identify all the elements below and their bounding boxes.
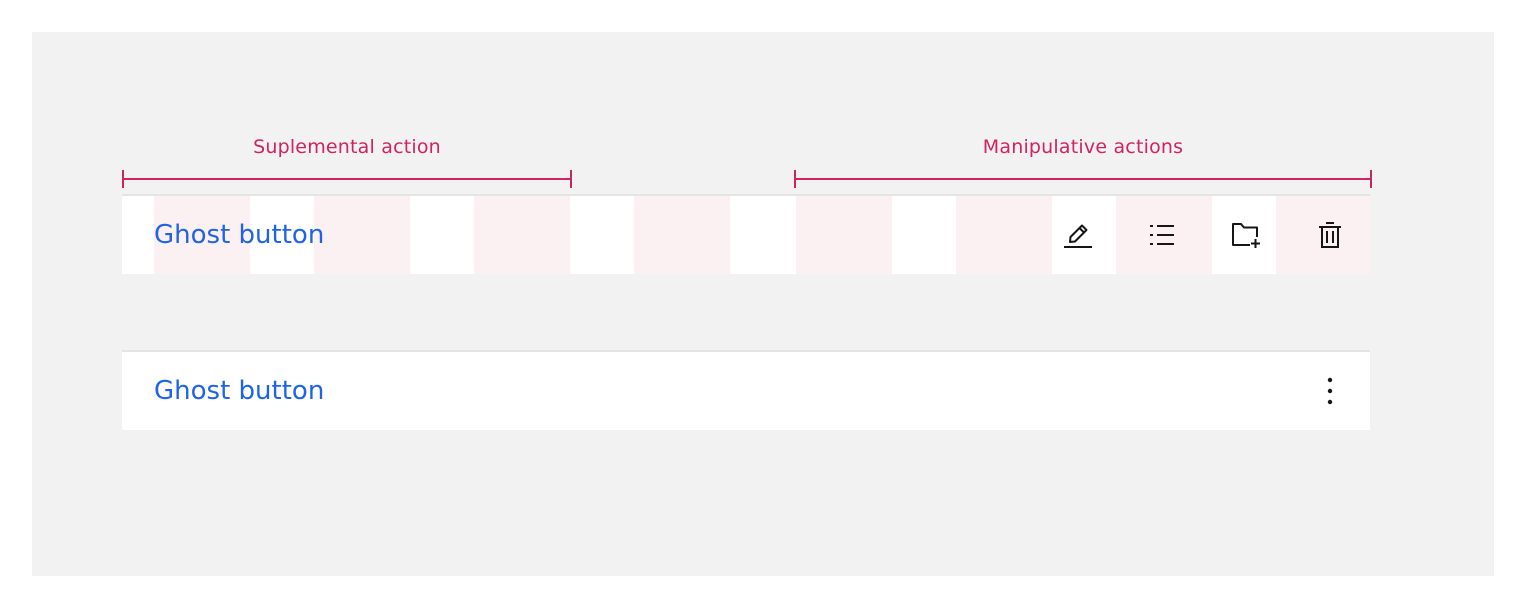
grid-column	[634, 196, 730, 274]
supplemental-action-bracket	[122, 170, 572, 188]
list-icon	[1147, 220, 1177, 250]
edit-button[interactable]	[1046, 196, 1110, 274]
grid-column	[314, 196, 410, 274]
edit-icon	[1063, 220, 1093, 250]
manipulative-actions-bracket	[794, 170, 1372, 188]
supplemental-action-label: Suplemental action	[253, 136, 441, 158]
ghost-button[interactable]: Ghost button	[154, 352, 324, 430]
grid-column	[956, 196, 1052, 274]
list-button[interactable]	[1130, 196, 1194, 274]
manipulative-actions-label: Manipulative actions	[982, 136, 1184, 158]
grid-column	[796, 196, 892, 274]
overflow-menu-vertical-icon	[1315, 376, 1345, 406]
ghost-button[interactable]: Ghost button	[154, 196, 324, 274]
toolbar-collapsed: Ghost button	[122, 350, 1370, 430]
delete-button[interactable]	[1298, 196, 1362, 274]
canvas-background	[32, 32, 1494, 576]
overflow-menu-button[interactable]	[1298, 352, 1362, 430]
grid-column	[474, 196, 570, 274]
trash-icon	[1315, 220, 1345, 250]
add-folder-button[interactable]	[1214, 196, 1278, 274]
toolbar-expanded: Ghost button	[122, 194, 1370, 274]
folder-add-icon	[1230, 220, 1262, 250]
